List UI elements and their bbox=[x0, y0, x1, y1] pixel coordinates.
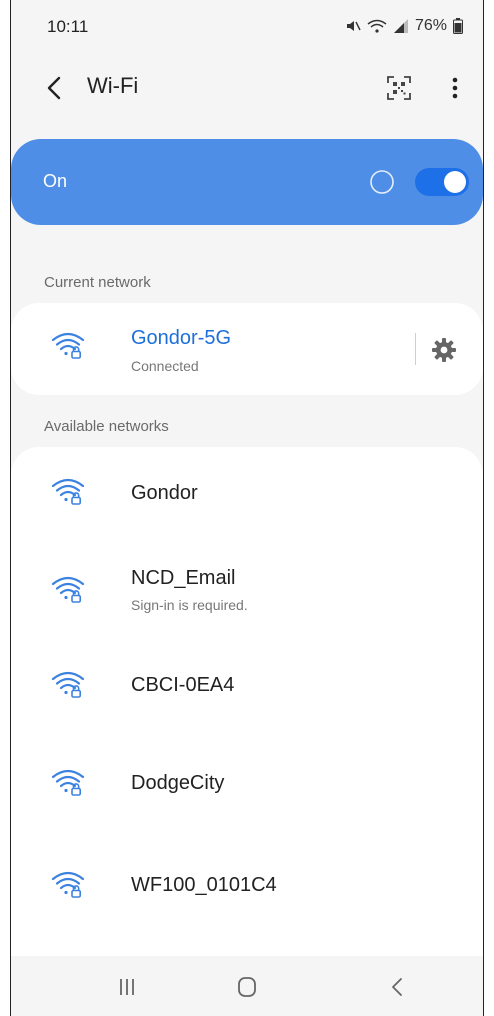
network-row[interactable]: CBCI-0EA4 bbox=[11, 637, 483, 729]
network-name: NCD_Email bbox=[131, 567, 236, 589]
gear-icon[interactable] bbox=[431, 337, 457, 363]
network-status: Connected bbox=[131, 358, 199, 374]
scanning-ring-icon bbox=[370, 170, 394, 194]
wifi-lock-icon bbox=[51, 477, 85, 505]
network-name: Gondor-5G bbox=[131, 327, 232, 349]
current-network-card: Gondor-5G Connected bbox=[11, 303, 483, 395]
network-row[interactable]: DodgeCity bbox=[11, 742, 483, 834]
battery-icon bbox=[453, 18, 463, 34]
recent-apps-icon[interactable] bbox=[107, 972, 147, 1002]
current-network-label: Current network bbox=[44, 274, 151, 291]
qr-scan-icon[interactable] bbox=[385, 74, 413, 102]
wifi-master-toggle-bar[interactable]: On bbox=[11, 139, 483, 225]
current-network-row[interactable]: Gondor-5G Connected bbox=[11, 303, 483, 395]
network-row[interactable]: NCD_Email Sign-in is required. bbox=[11, 539, 483, 631]
mute-icon bbox=[346, 21, 361, 31]
available-networks-list: Gondor NCD_Email Sign-in is required. CB… bbox=[11, 447, 483, 1007]
battery-percent: 76% bbox=[414, 17, 447, 34]
phone-screen: 10:11 76% Wi-Fi On Current network Gondo… bbox=[10, 0, 484, 1016]
network-name: WF100_0101C4 bbox=[131, 874, 277, 896]
divider bbox=[415, 333, 416, 365]
wifi-lock-icon bbox=[51, 870, 85, 898]
wifi-lock-icon bbox=[51, 768, 85, 796]
network-name: DodgeCity bbox=[131, 772, 225, 794]
more-vertical-icon[interactable] bbox=[445, 72, 465, 104]
toggle-knob bbox=[444, 171, 466, 193]
wifi-lock-icon bbox=[51, 331, 85, 359]
wifi-lock-icon bbox=[51, 670, 85, 698]
network-row[interactable]: Gondor bbox=[11, 447, 483, 539]
header: Wi-Fi bbox=[11, 60, 483, 116]
chevron-left-icon[interactable] bbox=[41, 70, 71, 106]
network-sub: Sign-in is required. bbox=[131, 597, 248, 613]
home-icon[interactable] bbox=[227, 972, 267, 1002]
status-bar: 10:11 76% bbox=[11, 0, 483, 50]
page-title: Wi-Fi bbox=[87, 73, 139, 98]
network-name: CBCI-0EA4 bbox=[131, 674, 235, 696]
wifi-state-label: On bbox=[43, 171, 68, 191]
wifi-toggle-switch[interactable] bbox=[415, 168, 469, 196]
status-time: 10:11 bbox=[47, 17, 89, 36]
network-name: Gondor bbox=[131, 482, 198, 504]
signal-icon bbox=[393, 19, 408, 33]
wifi-status-icon bbox=[367, 19, 387, 33]
available-networks-label: Available networks bbox=[44, 418, 169, 435]
wifi-lock-icon bbox=[51, 575, 85, 603]
navigation-bar bbox=[11, 956, 483, 1016]
status-icons: 76% bbox=[345, 17, 463, 35]
network-row[interactable]: WF100_0101C4 bbox=[11, 839, 483, 931]
back-nav-icon[interactable] bbox=[377, 972, 417, 1002]
